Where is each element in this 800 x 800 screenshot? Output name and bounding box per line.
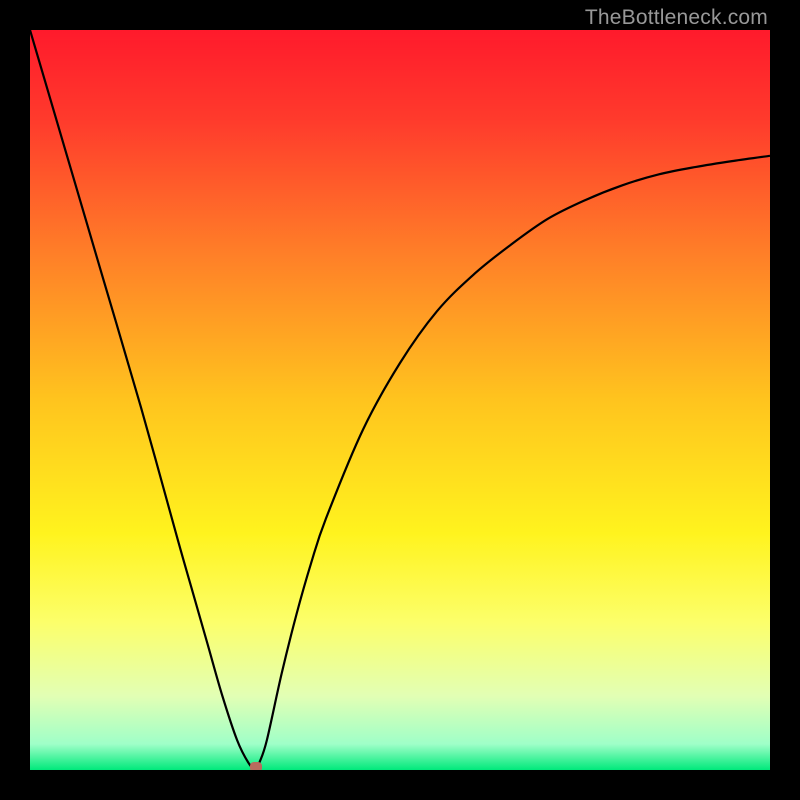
- gradient-background: [30, 30, 770, 770]
- chart-container: TheBottleneck.com: [0, 0, 800, 800]
- minimum-marker: [250, 762, 262, 770]
- plot-area: [30, 30, 770, 770]
- watermark-text: TheBottleneck.com: [585, 6, 768, 30]
